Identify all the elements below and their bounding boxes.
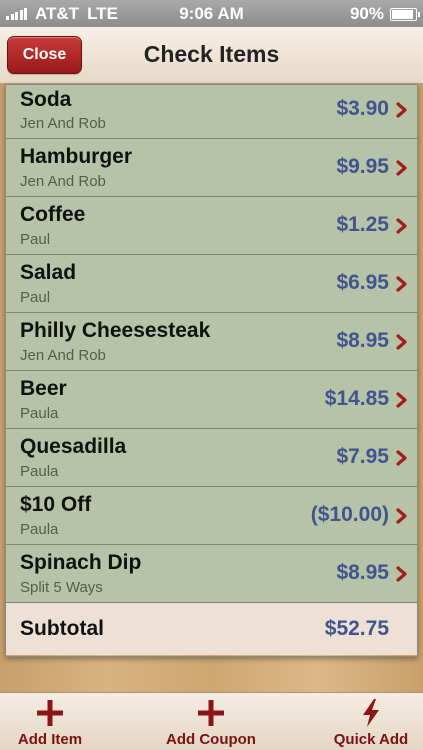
chevron-right-icon: [396, 276, 407, 292]
item-name: $10 Off: [20, 493, 92, 516]
subtotal-value: $52.75: [324, 617, 389, 640]
item-name: Philly Cheesesteak: [20, 319, 211, 342]
chevron-right-icon: [396, 334, 407, 350]
item-price: $7.95: [336, 445, 389, 468]
battery-fill: [392, 9, 413, 19]
subtotal-row: Subtotal $52.75: [6, 603, 417, 655]
list-item-hamburger[interactable]: Hamburger Jen And Rob $9.95: [6, 139, 417, 197]
check-items-list: Soda Jen And Rob $3.90 Hamburger Jen And…: [5, 84, 418, 657]
lightning-icon: [363, 699, 379, 727]
plus-icon: [37, 700, 63, 726]
subtotal-label: Subtotal: [20, 617, 104, 640]
item-assignee: Jen And Rob: [20, 115, 106, 132]
list-item-salad[interactable]: Salad Paul $6.95: [6, 255, 417, 313]
list-item-coffee[interactable]: Coffee Paul $1.25: [6, 197, 417, 255]
add-item-label: Add Item: [17, 731, 83, 748]
list-item-philly-cheesesteak[interactable]: Philly Cheesesteak Jen And Rob $8.95: [6, 313, 417, 371]
battery-icon: [390, 7, 420, 21]
quick-add-label: Quick Add: [333, 731, 409, 748]
chevron-right-icon: [396, 160, 407, 176]
plus-icon: [198, 700, 224, 726]
list-item-soda[interactable]: Soda Jen And Rob $3.90: [6, 85, 417, 139]
chevron-right-icon: [396, 392, 407, 408]
navigation-bar: Close Check Items: [0, 27, 423, 84]
item-assignee: Paula: [20, 463, 59, 480]
item-price: $6.95: [336, 271, 389, 294]
item-name: Coffee: [20, 203, 86, 226]
item-assignee: Paul: [20, 289, 51, 306]
item-assignee: Jen And Rob: [20, 347, 106, 364]
list-item-quesadilla[interactable]: Quesadilla Paula $7.95: [6, 429, 417, 487]
item-assignee: Paula: [20, 521, 59, 538]
add-coupon-label: Add Coupon: [166, 731, 256, 748]
status-right: 90%: [349, 4, 420, 24]
item-price: $8.95: [336, 329, 389, 352]
chevron-right-icon: [396, 450, 407, 466]
list-item-beer[interactable]: Beer Paula $14.85: [6, 371, 417, 429]
list-item-spinach-dip[interactable]: Spinach Dip Split 5 Ways $8.95: [6, 545, 417, 603]
item-price: $14.85: [324, 387, 389, 410]
status-bar: AT&T LTE 9:06 AM 90%: [0, 0, 423, 27]
item-price: ($10.00): [310, 503, 389, 526]
item-name: Salad: [20, 261, 77, 284]
battery-percent: 90%: [349, 4, 384, 23]
item-name: Quesadilla: [20, 435, 127, 458]
page-title: Check Items: [143, 41, 280, 67]
add-item-button[interactable]: Add Item: [10, 693, 90, 750]
item-assignee: Split 5 Ways: [20, 579, 103, 596]
chevron-right-icon: [396, 102, 407, 118]
chevron-right-icon: [396, 508, 407, 524]
item-name: Spinach Dip: [20, 551, 142, 574]
item-name: Soda: [20, 88, 72, 111]
item-price: $1.25: [336, 213, 389, 236]
item-price: $3.90: [336, 97, 389, 120]
chevron-right-icon: [396, 218, 407, 234]
bottom-toolbar: Add Item Add Coupon Quick Add: [0, 692, 423, 750]
item-assignee: Jen And Rob: [20, 173, 106, 190]
add-coupon-button[interactable]: Add Coupon: [160, 693, 262, 750]
quick-add-button[interactable]: Quick Add: [326, 693, 416, 750]
item-name: Beer: [20, 377, 67, 400]
item-price: $9.95: [336, 155, 389, 178]
item-assignee: Paula: [20, 405, 59, 422]
item-price: $8.95: [336, 561, 389, 584]
item-name: Hamburger: [20, 145, 133, 168]
item-assignee: Paul: [20, 231, 51, 248]
list-item-coupon[interactable]: $10 Off Paula ($10.00): [6, 487, 417, 545]
chevron-right-icon: [396, 566, 407, 582]
